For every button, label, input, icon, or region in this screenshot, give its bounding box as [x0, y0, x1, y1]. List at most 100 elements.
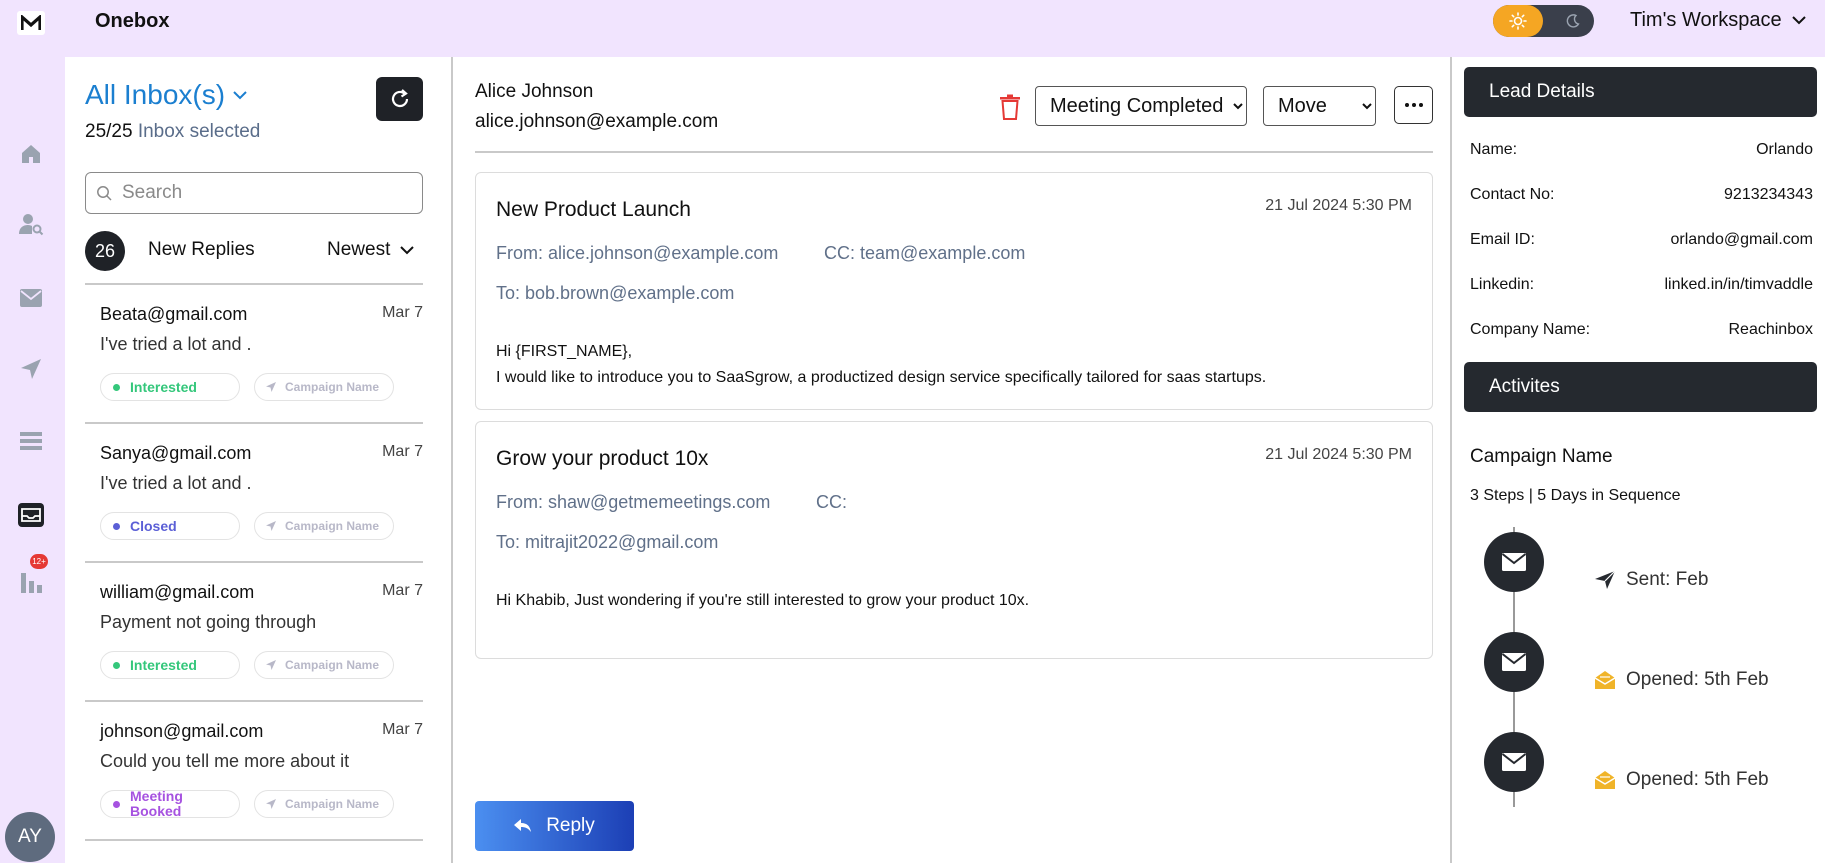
- nav-list[interactable]: [17, 427, 45, 455]
- mail-icon: [1501, 653, 1527, 671]
- campaign-badge: Campaign Name: [254, 512, 394, 540]
- inbox-selected-count: 25/25: [85, 121, 133, 142]
- campaign-label: Campaign Name: [285, 519, 380, 533]
- inbox-title: All Inbox(s): [85, 79, 226, 110]
- nav-lead-search[interactable]: [17, 210, 45, 238]
- lead-field-contact: Contact No: 9213234343: [1470, 186, 1813, 204]
- send-icon: [266, 521, 276, 531]
- light-mode-button[interactable]: [1493, 5, 1543, 37]
- activities-header: Activites: [1464, 362, 1817, 412]
- status-label: Interested: [130, 379, 197, 395]
- email-message[interactable]: Grow your product 10x 21 Jul 2024 5:30 P…: [475, 421, 1433, 659]
- opened-icon: [1594, 771, 1616, 789]
- refresh-button[interactable]: [376, 77, 423, 121]
- list-item[interactable]: william@gmail.com Mar 7 Payment not goin…: [85, 562, 423, 700]
- app-logo[interactable]: [17, 11, 45, 35]
- email-body-line: I would like to introduce you to SaaSgro…: [496, 369, 1267, 386]
- status-dot: [113, 800, 120, 808]
- lead-field-label: Email ID:: [1470, 231, 1535, 248]
- email-cc: CC:: [816, 492, 847, 512]
- list-item[interactable]: johnson@gmail.com Mar 7 Could you tell m…: [85, 701, 423, 839]
- email-cc: CC: team@example.com: [824, 243, 1026, 263]
- nav-send[interactable]: [17, 355, 45, 383]
- status-dot: [113, 522, 120, 530]
- list-item-preview: Could you tell me more about it: [100, 751, 350, 771]
- sort-dropdown[interactable]: Newest: [327, 239, 415, 261]
- delete-button[interactable]: [995, 91, 1025, 123]
- activity-steps-summary: 3 Steps | 5 Days in Sequence: [1470, 487, 1681, 504]
- search-input[interactable]: [122, 182, 402, 204]
- email-body: Hi {FIRST_NAME}, I would like to introdu…: [496, 339, 1266, 391]
- list-item-email: william@gmail.com: [100, 582, 255, 602]
- status-badge: Meeting Booked: [100, 789, 240, 819]
- user-avatar[interactable]: AY: [5, 812, 55, 862]
- top-bar: Onebox Tim's Workspace: [0, 0, 1825, 57]
- nav-analytics[interactable]: [17, 569, 45, 597]
- workspace-selector[interactable]: Tim's Workspace: [1630, 9, 1806, 32]
- timeline-step: [1484, 732, 1544, 792]
- send-icon: [266, 799, 276, 809]
- status-dot: [113, 661, 120, 669]
- list-item-email: johnson@gmail.com: [100, 721, 264, 741]
- step-text: Opened: 5th Feb: [1626, 769, 1769, 790]
- sun-icon: [1509, 12, 1527, 30]
- lead-field-email: Email ID: orlando@gmail.com: [1470, 231, 1813, 249]
- campaign-badge: Campaign Name: [254, 373, 394, 401]
- send-icon: [266, 382, 276, 392]
- list-item-preview: Payment not going through: [100, 612, 317, 632]
- list-item[interactable]: Sanya@gmail.com Mar 7 I've tried a lot a…: [85, 423, 423, 561]
- reply-button[interactable]: Reply: [475, 801, 634, 851]
- email-body-line: Hi Khabib, Just wondering if you're stil…: [496, 592, 1030, 609]
- list-item-preview: I've tried a lot and .: [100, 334, 252, 354]
- email-to: To: mitrajit2022@gmail.com: [496, 532, 719, 552]
- lead-field-name: Name: Orlando: [1470, 141, 1813, 159]
- status-label: Interested: [130, 657, 197, 673]
- email-thread-panel: Alice Johnson alice.johnson@example.com …: [455, 57, 1452, 863]
- lead-field-company: Company Name: Reachinbox: [1470, 321, 1813, 339]
- email-subject: Grow your product 10x: [496, 447, 709, 470]
- sent-icon: [1595, 570, 1616, 589]
- inbox-panel: All Inbox(s) 25/25 Inbox selected 26 New…: [65, 57, 453, 863]
- email-from: From: alice.johnson@example.com: [496, 243, 779, 263]
- lead-field-label: Contact No:: [1470, 186, 1555, 203]
- lead-details-panel: Lead Details Name: Orlando Contact No: 9…: [1454, 57, 1825, 863]
- email-body-line: Hi {FIRST_NAME},: [496, 343, 633, 360]
- theme-toggle[interactable]: [1493, 5, 1594, 37]
- email-message[interactable]: New Product Launch 21 Jul 2024 5:30 PM F…: [475, 172, 1433, 410]
- nav-home[interactable]: [17, 140, 45, 168]
- inbox-switcher[interactable]: All Inbox(s): [85, 79, 247, 111]
- inbox-selected-label: Inbox selected: [137, 121, 261, 142]
- home-icon: [22, 145, 40, 163]
- nav-mail[interactable]: [17, 284, 45, 312]
- workspace-name: Tim's Workspace: [1630, 9, 1782, 31]
- moon-icon: [1566, 14, 1580, 28]
- activity-campaign-name: Campaign Name: [1470, 446, 1613, 467]
- left-nav: 12+ AY: [0, 57, 65, 863]
- move-select[interactable]: Move: [1263, 86, 1376, 126]
- lead-field-value: 9213234343: [1724, 186, 1813, 203]
- list-item-date: Mar 7: [382, 304, 423, 321]
- timeline-step: [1484, 632, 1544, 692]
- lead-status-select[interactable]: Meeting Completed: [1035, 86, 1247, 126]
- lead-field-label: Company Name:: [1470, 321, 1591, 338]
- list-item[interactable]: Beata@gmail.com Mar 7 I've tried a lot a…: [85, 284, 423, 422]
- logo-icon: [21, 15, 41, 30]
- list-item-preview: I've tried a lot and .: [100, 473, 252, 493]
- more-options-button[interactable]: [1394, 86, 1433, 124]
- campaign-label: Campaign Name: [285, 658, 380, 672]
- search-box: [85, 172, 423, 214]
- email-from: From: shaw@getmemeetings.com: [496, 492, 771, 512]
- dark-mode-button[interactable]: [1551, 5, 1594, 37]
- nav-inbox[interactable]: [17, 501, 45, 529]
- campaign-badge: Campaign Name: [254, 790, 394, 818]
- timeline-step-label: Opened: 5th Feb: [1594, 769, 1769, 791]
- bar-chart-icon: [21, 573, 42, 593]
- lead-field-value: orlando@gmail.com: [1670, 231, 1813, 248]
- timeline-step-label: Opened: 5th Feb: [1594, 669, 1769, 691]
- mail-icon: [1501, 753, 1527, 771]
- lead-field-value: Reachinbox: [1728, 321, 1814, 338]
- lead-field-label: Linkedin:: [1470, 276, 1535, 293]
- new-replies-count: 26: [85, 231, 125, 271]
- email-date: 21 Jul 2024 5:30 PM: [1265, 197, 1412, 214]
- user-search-icon: [19, 214, 44, 236]
